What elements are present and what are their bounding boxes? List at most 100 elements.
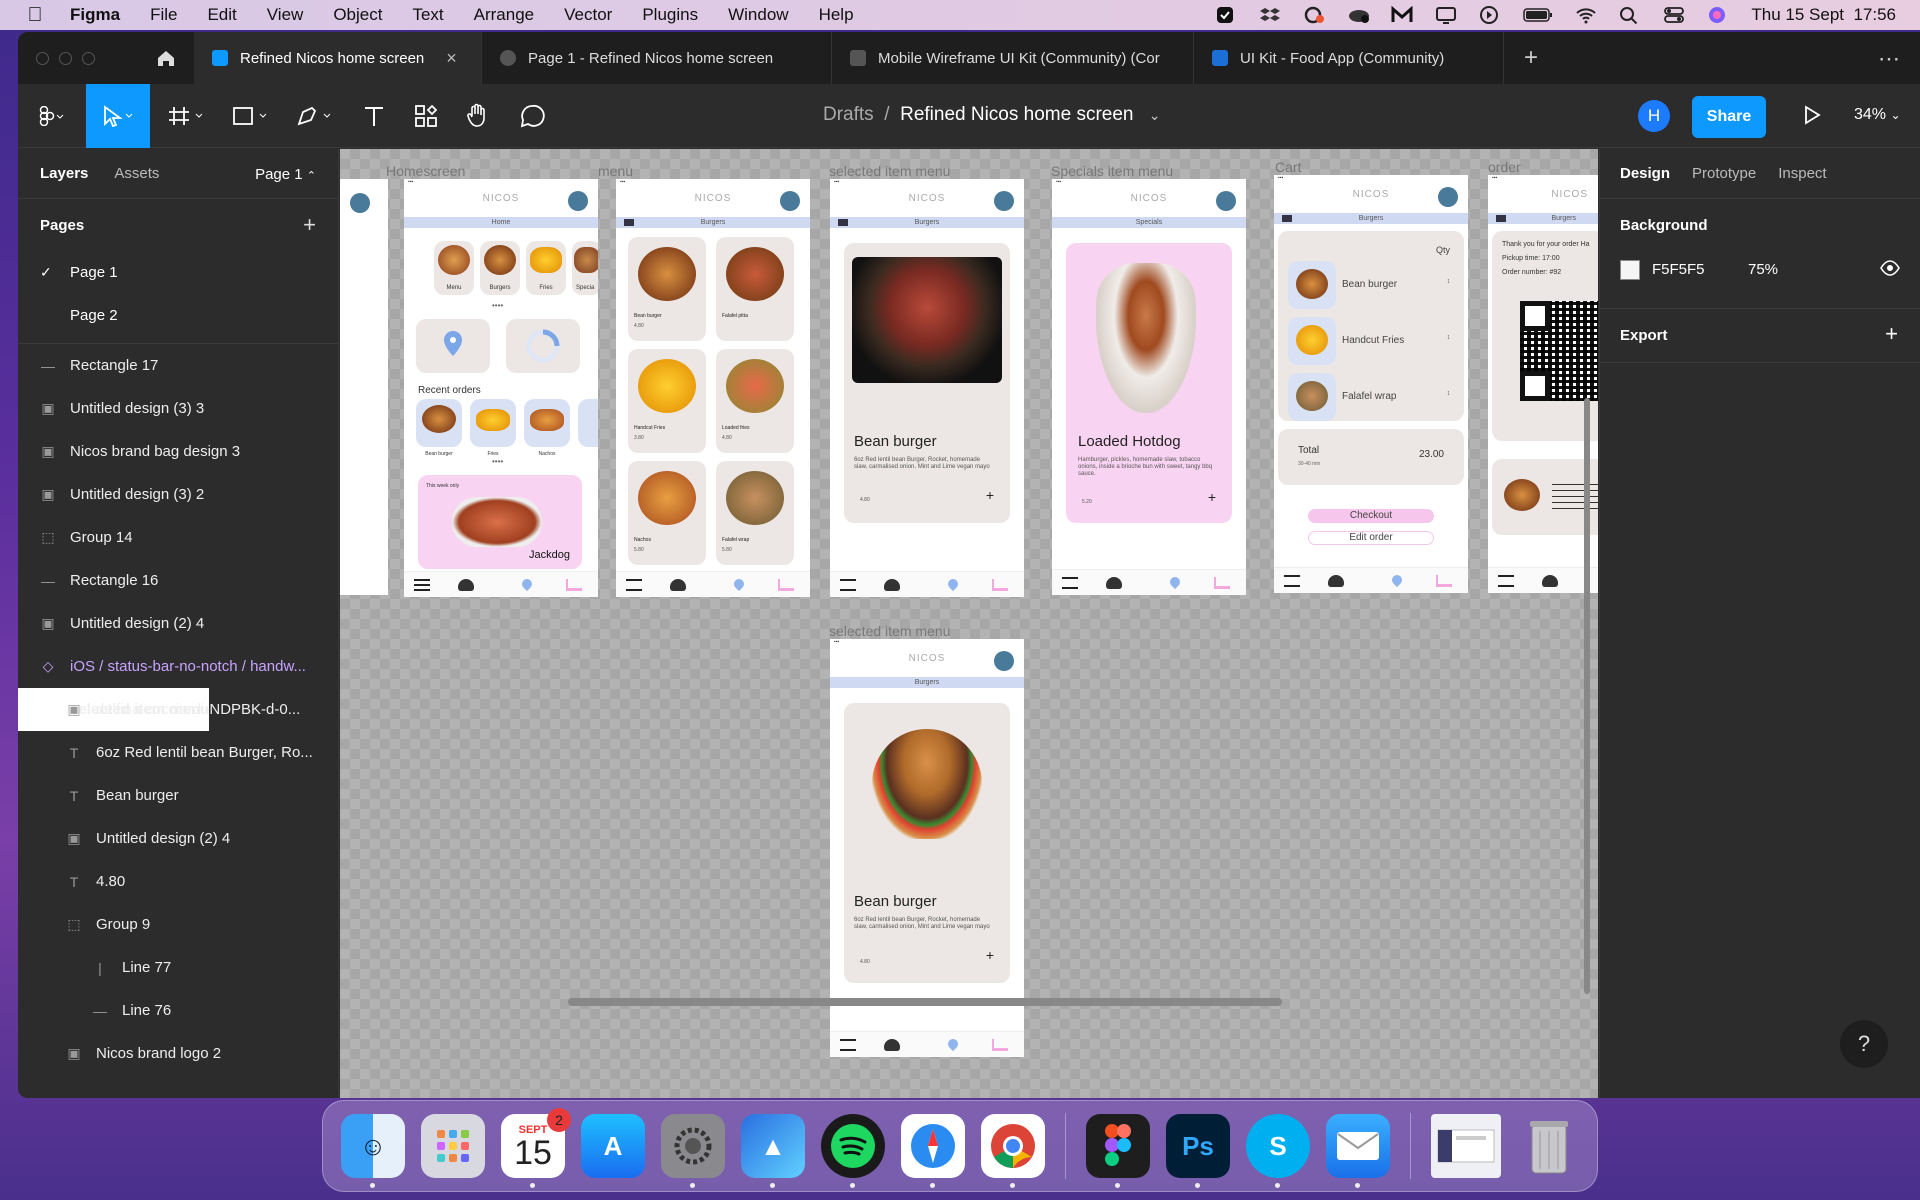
menu-icon[interactable] bbox=[626, 579, 642, 591]
cart-icon[interactable] bbox=[992, 579, 1008, 591]
calendar-icon[interactable]: SEPT 15 2 bbox=[501, 1108, 571, 1188]
back-arrow-icon[interactable] bbox=[1496, 215, 1506, 222]
location-pin-icon[interactable] bbox=[945, 576, 961, 592]
menu-file[interactable]: File bbox=[150, 5, 177, 25]
burger-icon[interactable] bbox=[1106, 577, 1122, 589]
chevron-down-icon[interactable]: ⌄ bbox=[1149, 107, 1161, 123]
layer-item[interactable]: ▣ Untitled design (3) 2 bbox=[18, 473, 338, 516]
app-store-icon[interactable]: A bbox=[581, 1114, 645, 1178]
recent-order[interactable] bbox=[578, 399, 598, 447]
burger-icon[interactable] bbox=[1328, 575, 1344, 587]
wifi-icon[interactable] bbox=[1575, 6, 1597, 24]
frame-label-homescreen[interactable]: Homescreen bbox=[386, 163, 465, 179]
layer-item[interactable]: — Rectangle 16 bbox=[18, 559, 338, 602]
add-icon[interactable]: + bbox=[986, 487, 994, 503]
help-button[interactable]: ? bbox=[1840, 1020, 1888, 1068]
tab-design[interactable]: Design bbox=[1620, 165, 1670, 182]
tab-wireframe-kit[interactable]: Mobile Wireframe UI Kit (Community) (Cor bbox=[832, 32, 1194, 84]
cart-item-qty[interactable]: 1 bbox=[1447, 335, 1450, 341]
location-pin-icon[interactable] bbox=[519, 576, 535, 592]
vertical-scrollbar[interactable] bbox=[1584, 398, 1590, 994]
menu-item-card[interactable]: Falafel wrap 5.80 bbox=[716, 461, 794, 565]
menu-item-card[interactable]: Loaded fries 4.80 bbox=[716, 349, 794, 453]
display-icon[interactable] bbox=[1435, 6, 1457, 24]
cart-item[interactable]: Falafel wrap 1 bbox=[1288, 373, 1454, 421]
location-pin-icon[interactable] bbox=[1167, 574, 1183, 590]
burger-icon[interactable] bbox=[884, 1039, 900, 1051]
layer-item[interactable]: ▣ delfina-cocciardi-NDPBK-d-0... bbox=[18, 688, 338, 731]
new-tab-button[interactable]: + bbox=[1524, 44, 1538, 72]
category-burgers[interactable]: Burgers bbox=[480, 241, 520, 295]
tab-refined-nicos[interactable]: Refined Nicos home screen × bbox=[194, 32, 482, 84]
cart-icon[interactable] bbox=[778, 579, 794, 591]
cart-icon[interactable] bbox=[566, 579, 582, 591]
hand-tool[interactable] bbox=[454, 84, 502, 148]
cloud-icon[interactable] bbox=[1347, 6, 1370, 24]
frame-selected-item[interactable]: ▪▪▪ NICOS Burgers Bean burger 6oz Red le… bbox=[830, 179, 1024, 597]
page-selector[interactable]: Page 1 ⌃ bbox=[255, 166, 316, 183]
page-item-1[interactable]: ✓ Page 1 bbox=[18, 251, 338, 294]
frame-label-selected[interactable]: selected item menu bbox=[829, 163, 950, 179]
menu-item-card[interactable]: Falafel pitta bbox=[716, 237, 794, 341]
zoom-level[interactable]: 34% ⌄ bbox=[1854, 106, 1901, 124]
menu-icon[interactable] bbox=[1284, 575, 1300, 587]
apple-icon[interactable]:  bbox=[0, 4, 70, 27]
layer-item[interactable]: ▣ Nicos brand bag design 3 bbox=[18, 430, 338, 473]
avatar[interactable]: H bbox=[1638, 100, 1670, 132]
affinity-icon[interactable]: ▲ bbox=[741, 1114, 805, 1188]
horizontal-scrollbar[interactable] bbox=[568, 998, 1282, 1006]
cart-item[interactable]: Bean burger 1 bbox=[1288, 261, 1454, 309]
back-arrow-icon[interactable] bbox=[838, 219, 848, 226]
add-icon[interactable]: + bbox=[1208, 489, 1216, 505]
frame-cart[interactable]: ▪▪▪ NICOS Burgers Qty Bean burger 1 Handcu… bbox=[1274, 175, 1468, 593]
menu-item-card[interactable]: Bean burger 4.80 bbox=[628, 237, 706, 341]
frame-label-specials[interactable]: Specials item menu bbox=[1051, 163, 1173, 179]
close-icon[interactable]: × bbox=[446, 48, 457, 69]
more-icon[interactable]: ⋯ bbox=[1878, 46, 1900, 72]
system-settings-icon[interactable] bbox=[661, 1114, 725, 1188]
background-opacity[interactable]: 75% bbox=[1748, 261, 1778, 278]
breadcrumb-drafts[interactable]: Drafts bbox=[823, 104, 874, 125]
frame-specials[interactable]: ▪▪▪ NICOS Specials Loaded Hotdog Hamburg… bbox=[1052, 179, 1246, 595]
promo-card[interactable]: This week only Jackdog bbox=[418, 475, 582, 569]
search-icon[interactable] bbox=[1619, 6, 1641, 25]
eye-icon[interactable] bbox=[1880, 260, 1900, 280]
menu-object[interactable]: Object bbox=[333, 5, 382, 25]
add-icon[interactable]: + bbox=[986, 947, 994, 963]
main-menu-button[interactable] bbox=[26, 84, 76, 148]
cart-item-qty[interactable]: 1 bbox=[1447, 391, 1450, 397]
comment-tool[interactable] bbox=[508, 84, 556, 148]
category-fries[interactable]: Fries bbox=[526, 241, 566, 295]
frame-label-cart[interactable]: Cart bbox=[1275, 159, 1301, 175]
cart-item[interactable]: Handcut Fries 1 bbox=[1288, 317, 1454, 365]
present-icon[interactable] bbox=[1802, 104, 1822, 131]
layer-item[interactable]: T 6oz Red lentil bean Burger, Ro... bbox=[18, 731, 338, 774]
frame-partial-left[interactable] bbox=[340, 179, 388, 595]
color-swatch[interactable] bbox=[1620, 260, 1640, 280]
frame-order-confirmation[interactable]: ▪▪▪ NICOS Burgers Thank you for your ord… bbox=[1488, 175, 1598, 593]
burger-icon[interactable] bbox=[884, 579, 900, 591]
cart-icon[interactable] bbox=[1436, 575, 1452, 587]
finder-icon[interactable]: ☺ bbox=[341, 1114, 405, 1188]
play-circle-icon[interactable] bbox=[1479, 6, 1501, 24]
frame-tool[interactable] bbox=[160, 84, 216, 148]
background-hex[interactable]: F5F5F5 bbox=[1652, 261, 1705, 278]
frame-menu[interactable]: ▪▪▪ NICOS Burgers Bean burger 4.80 Falafel… bbox=[616, 179, 810, 597]
layer-item[interactable]: T Bean burger bbox=[18, 774, 338, 817]
m-app-icon[interactable] bbox=[1391, 5, 1413, 24]
cart-item-qty[interactable]: 1 bbox=[1447, 279, 1450, 285]
shape-tool[interactable] bbox=[224, 84, 280, 148]
layer-item[interactable]: T 4.80 bbox=[18, 860, 338, 903]
menu-icon[interactable] bbox=[1062, 577, 1078, 589]
tab-food-kit[interactable]: UI Kit - Food App (Community) bbox=[1194, 32, 1504, 84]
checkout-button[interactable]: Checkout bbox=[1308, 509, 1434, 523]
back-arrow-icon[interactable] bbox=[1282, 215, 1292, 222]
layer-item[interactable]: ◇ iOS / status-bar-no-notch / handw... bbox=[18, 645, 338, 688]
menu-view[interactable]: View bbox=[267, 5, 304, 25]
menu-icon[interactable] bbox=[414, 579, 430, 591]
cart-icon[interactable] bbox=[1214, 577, 1230, 589]
safari-icon[interactable] bbox=[901, 1114, 965, 1188]
tab-assets[interactable]: Assets bbox=[114, 165, 159, 182]
location-pin-icon[interactable] bbox=[1389, 572, 1405, 588]
chrome-icon[interactable] bbox=[981, 1114, 1045, 1188]
